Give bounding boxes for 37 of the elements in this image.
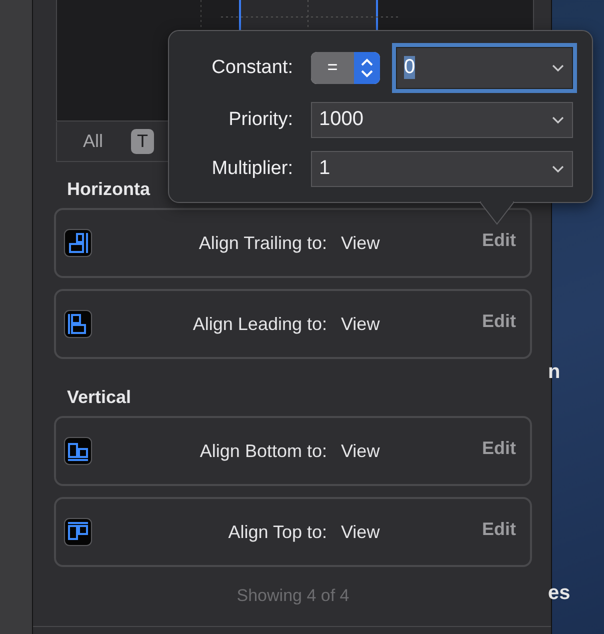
constraint-target: View	[340, 440, 381, 462]
section-heading: Vertical	[66, 386, 132, 409]
field-label: Priority:	[228, 108, 293, 130]
relation-stepper[interactable]: =	[311, 52, 380, 84]
combo-field[interactable]: 1	[311, 150, 573, 186]
constraint-row[interactable]: Align Leading to: View Edit	[54, 289, 532, 359]
constraint-icon	[64, 310, 92, 338]
desktop-text: n	[548, 361, 560, 384]
edit-button[interactable]: Edit	[482, 230, 516, 250]
constraint-label: Align Bottom to:	[198, 440, 327, 462]
constraint-icon	[64, 518, 92, 546]
chevron-down-icon	[552, 164, 564, 172]
constraint-label: Align Top to:	[227, 522, 327, 542]
section-heading: Horizonta	[66, 178, 150, 201]
constraint-row[interactable]: Align Top to: View Edit	[54, 497, 532, 567]
constraint-label: Align Leading to:	[192, 314, 327, 334]
constraint-target: View	[340, 522, 381, 542]
filter-tab[interactable]: All	[77, 129, 110, 154]
desktop-text: es	[548, 582, 570, 605]
constraint-target: View	[340, 232, 381, 254]
edit-button[interactable]: Edit	[482, 310, 516, 332]
constraint-row[interactable]: Align Trailing to: View Edit	[54, 208, 532, 278]
constraint-row[interactable]: Align Bottom to: View Edit	[54, 416, 532, 486]
constraint-target: View	[340, 314, 381, 334]
chevron-down-icon	[552, 116, 564, 124]
constraint-icon	[64, 229, 92, 257]
combo-field[interactable]: 1000	[311, 102, 573, 138]
constraint-count: Showing 4 of 4	[236, 585, 350, 607]
up-down-icon	[360, 56, 374, 78]
chevron-down-icon	[552, 64, 564, 72]
filter-tab[interactable]: T	[131, 129, 154, 154]
field-label: Multiplier:	[210, 158, 293, 180]
constraint-icon	[64, 437, 92, 465]
edit-button[interactable]: Edit	[482, 518, 516, 540]
field-label: Constant:	[210, 56, 293, 78]
constraint-label: Align Trailing to:	[198, 232, 327, 254]
edit-button[interactable]: Edit	[482, 438, 516, 458]
